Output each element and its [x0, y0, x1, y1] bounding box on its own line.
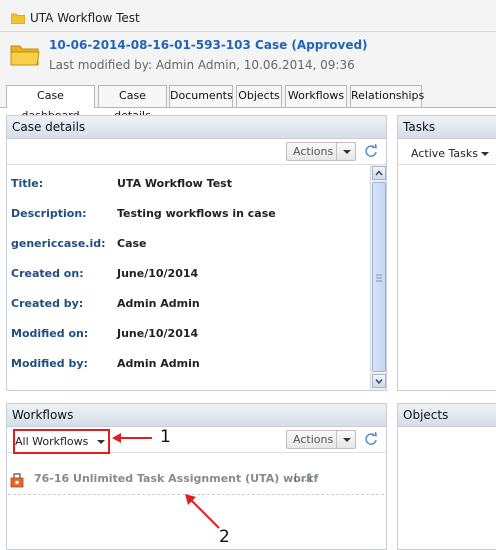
detail-value: Testing workflows in case [117, 207, 276, 220]
workflow-actions-button[interactable]: Actions [286, 430, 341, 449]
detail-row-modified-by: Modified by: Admin Admin [11, 357, 366, 373]
workflow-icon [10, 473, 24, 488]
scroll-up-button[interactable] [372, 166, 386, 180]
case-folder-icon [10, 45, 40, 66]
workflow-more-link[interactable]: [...] [294, 473, 311, 484]
detail-label: Created by: [11, 297, 84, 310]
detail-label: genericcase.id: [11, 237, 106, 250]
detail-value: Admin Admin [117, 297, 200, 310]
detail-value: Admin Admin [117, 357, 200, 370]
annotation-marker-1: 1 [160, 427, 171, 447]
case-actions-button[interactable]: Actions [286, 142, 341, 161]
tab-objects[interactable]: Objects [236, 85, 282, 107]
case-actions-dropdown[interactable] [336, 142, 356, 161]
active-tasks-dropdown[interactable]: Active Tasks [411, 147, 478, 160]
tab-workflows[interactable]: Workflows [285, 85, 347, 107]
case-tabs: Case dashboard Case details Documents Ob… [0, 82, 496, 122]
tasks-panel: Active Tasks [397, 139, 496, 391]
case-details-header: Case details [6, 115, 387, 139]
case-header: 10-06-2014-08-16-01-593-103 Case (Approv… [0, 32, 496, 82]
detail-row-genericcase-id: genericcase.id: Case [11, 237, 366, 253]
case-details-panel: Actions Title: UTA Workflow Test Descrip… [6, 139, 387, 391]
detail-row-description: Description: Testing workflows in case [11, 207, 366, 223]
chevron-down-icon [481, 152, 489, 156]
chevron-up-icon [375, 170, 383, 176]
chevron-down-icon [375, 379, 383, 385]
last-modified-text: Last modified by: Admin Admin, 10.06.201… [49, 58, 355, 72]
scroll-thumb[interactable] [372, 182, 386, 372]
scroll-down-button[interactable] [372, 374, 386, 388]
detail-row-created-on: Created on: June/10/2014 [11, 267, 366, 283]
detail-label: Created on: [11, 267, 84, 280]
case-details-scrollbar[interactable] [370, 165, 386, 390]
case-title-link[interactable]: 10-06-2014-08-16-01-593-103 Case (Approv… [49, 38, 368, 52]
objects-header: Objects [397, 403, 496, 427]
detail-value: June/10/2014 [117, 327, 199, 340]
workflow-actions-dropdown[interactable] [336, 430, 356, 449]
workflow-list-item[interactable]: 76-16 Unlimited Task Assignment (UTA) wo… [8, 471, 384, 491]
tab-documents[interactable]: Documents [169, 85, 233, 107]
detail-row-modified-on: Modified on: June/10/2014 [11, 327, 366, 343]
window-title: UTA Workflow Test [30, 11, 140, 25]
detail-value: UTA Workflow Test [117, 177, 232, 190]
objects-panel [397, 427, 496, 550]
annotation-marker-2: 2 [219, 527, 230, 547]
tab-case-details[interactable]: Case details [98, 85, 167, 122]
tab-case-dashboard[interactable]: Case dashboard [6, 85, 95, 122]
workflow-title[interactable]: 76-16 Unlimited Task Assignment (UTA) wo… [34, 472, 318, 485]
annotation-highlight-box [13, 429, 110, 454]
tab-relationships[interactable]: Relationships [350, 85, 424, 107]
tasks-header: Tasks [397, 115, 496, 139]
detail-label: Title: [11, 177, 44, 190]
grip-icon [376, 274, 382, 282]
detail-value: June/10/2014 [117, 267, 199, 280]
folder-icon [11, 13, 25, 24]
detail-label: Description: [11, 207, 87, 220]
detail-value: Case [117, 237, 147, 250]
refresh-icon[interactable] [364, 144, 378, 158]
detail-row-created-by: Created by: Admin Admin [11, 297, 366, 313]
case-details-toolbar: Actions [7, 139, 386, 165]
detail-label: Modified by: [11, 357, 88, 370]
window-titlebar: UTA Workflow Test [0, 0, 496, 32]
tasks-toolbar: Active Tasks [398, 139, 496, 165]
annotation-arrow-1 [112, 433, 152, 443]
refresh-icon[interactable] [364, 432, 378, 446]
annotation-arrow-2 [185, 494, 220, 529]
workflows-header: Workflows [6, 403, 387, 427]
detail-row-title: Title: UTA Workflow Test [11, 177, 366, 193]
detail-label: Modified on: [11, 327, 89, 340]
